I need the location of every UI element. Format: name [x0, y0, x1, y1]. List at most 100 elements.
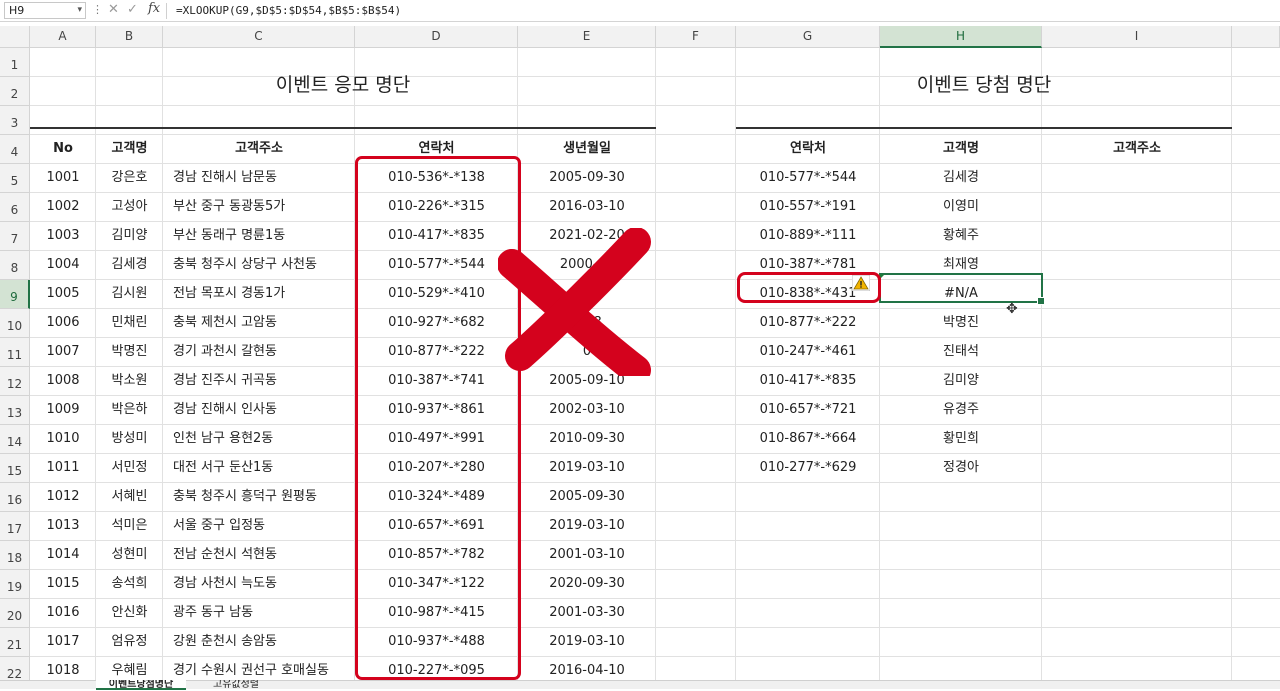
cancel-icon[interactable]: ✕	[108, 2, 119, 17]
more-icon[interactable]: ⋮	[92, 3, 103, 16]
table-cell[interactable]: 010-557*-*191	[736, 193, 880, 222]
address-cell[interactable]: 부산 동래구 명륜1동	[163, 222, 355, 251]
table-cell[interactable]	[1042, 251, 1232, 280]
table-cell[interactable]	[1042, 338, 1232, 367]
table-cell[interactable]: 진태석	[880, 338, 1042, 367]
table-cell[interactable]: 강은호	[96, 164, 163, 193]
left-table-header[interactable]: 고객명	[96, 135, 163, 163]
table-cell[interactable]: 1013	[30, 512, 96, 541]
table-cell[interactable]: 1007	[30, 338, 96, 367]
table-cell[interactable]: 1001	[30, 164, 96, 193]
row-header-4[interactable]: 4	[0, 135, 30, 164]
table-cell[interactable]: 2001-03-10	[518, 541, 656, 570]
left-table-header[interactable]: 고객주소	[163, 135, 355, 163]
address-cell[interactable]: 경남 사천시 늑도동	[163, 570, 355, 599]
table-cell[interactable]: 2016-03-10	[518, 193, 656, 222]
fill-handle[interactable]	[1037, 297, 1045, 305]
address-cell[interactable]: 경남 진해시 인사동	[163, 396, 355, 425]
table-cell[interactable]: 2019-03-10	[518, 628, 656, 657]
table-cell[interactable]: 안신화	[96, 599, 163, 628]
column-header-h[interactable]: H	[880, 26, 1042, 48]
table-cell[interactable]: 황민희	[880, 425, 1042, 454]
column-header-e[interactable]: E	[518, 26, 656, 48]
table-cell[interactable]: 010-247*-*461	[736, 338, 880, 367]
table-cell[interactable]: 1008	[30, 367, 96, 396]
table-cell[interactable]: 010-877*-*222	[736, 309, 880, 338]
left-table-header[interactable]: No	[30, 135, 96, 163]
table-cell[interactable]: 김세경	[96, 251, 163, 280]
row-header-21[interactable]: 21	[0, 628, 30, 657]
table-cell[interactable]	[1042, 425, 1232, 454]
selected-cell-h9[interactable]	[879, 273, 1045, 305]
table-cell[interactable]: 010-417*-*835	[736, 367, 880, 396]
address-cell[interactable]: 충북 청주시 흥덕구 원평동	[163, 483, 355, 512]
table-cell[interactable]: 2020-09-30	[518, 570, 656, 599]
address-cell[interactable]: 대전 서구 둔산1동	[163, 454, 355, 483]
table-cell[interactable]: 1015	[30, 570, 96, 599]
table-cell[interactable]: 1012	[30, 483, 96, 512]
table-cell[interactable]: 010-277*-*629	[736, 454, 880, 483]
table-cell[interactable]: 박은하	[96, 396, 163, 425]
table-cell[interactable]: 방성미	[96, 425, 163, 454]
address-cell[interactable]: 부산 중구 동광동5가	[163, 193, 355, 222]
right-table-header[interactable]: 연락처	[736, 135, 880, 163]
row-header-15[interactable]: 15	[0, 454, 30, 483]
table-cell[interactable]: 1004	[30, 251, 96, 280]
table-cell[interactable]: 김세경	[880, 164, 1042, 193]
row-header-20[interactable]: 20	[0, 599, 30, 628]
table-cell[interactable]: 박명진	[96, 338, 163, 367]
address-cell[interactable]: 충북 청주시 상당구 사천동	[163, 251, 355, 280]
chevron-down-icon[interactable]: ▾	[77, 3, 82, 18]
table-cell[interactable]: 1005	[30, 280, 96, 309]
row-header-17[interactable]: 17	[0, 512, 30, 541]
table-cell[interactable]: 이영미	[880, 193, 1042, 222]
address-cell[interactable]: 인천 남구 용현2동	[163, 425, 355, 454]
address-cell[interactable]: 광주 동구 남동	[163, 599, 355, 628]
table-cell[interactable]: 서민정	[96, 454, 163, 483]
row-header-6[interactable]: 6	[0, 193, 30, 222]
table-cell[interactable]: 김미양	[96, 222, 163, 251]
table-cell[interactable]: 1016	[30, 599, 96, 628]
table-cell[interactable]: 고성아	[96, 193, 163, 222]
row-header-1[interactable]: 1	[0, 48, 30, 77]
enter-icon[interactable]: ✓	[127, 2, 138, 17]
row-header-9[interactable]: 9	[0, 280, 30, 309]
sheet-tab[interactable]: 고유값정렬	[196, 680, 276, 688]
address-cell[interactable]: 전남 목포시 경동1가	[163, 280, 355, 309]
table-cell[interactable]	[1042, 193, 1232, 222]
name-box[interactable]: H9 ▾	[4, 2, 86, 19]
right-table-header[interactable]: 고객주소	[1042, 135, 1232, 163]
table-cell[interactable]: 엄유정	[96, 628, 163, 657]
insert-function-icon[interactable]: fx	[148, 1, 160, 16]
table-cell[interactable]: 정경아	[880, 454, 1042, 483]
table-cell[interactable]: 2010-09-30	[518, 425, 656, 454]
address-cell[interactable]: 충북 제천시 고암동	[163, 309, 355, 338]
address-cell[interactable]: 경기 과천시 갈현동	[163, 338, 355, 367]
table-cell[interactable]: 1002	[30, 193, 96, 222]
row-header-5[interactable]: 5	[0, 164, 30, 193]
row-header-2[interactable]: 2	[0, 77, 30, 106]
table-cell[interactable]: 2019-03-10	[518, 512, 656, 541]
table-cell[interactable]: 석미은	[96, 512, 163, 541]
table-cell[interactable]: 민채린	[96, 309, 163, 338]
table-cell[interactable]: 010-867*-*664	[736, 425, 880, 454]
row-header-10[interactable]: 10	[0, 309, 30, 338]
table-cell[interactable]: 서혜빈	[96, 483, 163, 512]
table-cell[interactable]: 김시원	[96, 280, 163, 309]
table-cell[interactable]: 1003	[30, 222, 96, 251]
left-table-header[interactable]: 생년월일	[518, 135, 656, 163]
row-header-11[interactable]: 11	[0, 338, 30, 367]
table-cell[interactable]: 황혜주	[880, 222, 1042, 251]
column-header-i[interactable]: I	[1042, 26, 1232, 48]
table-cell[interactable]: 2005-09-30	[518, 164, 656, 193]
table-cell[interactable]: 1009	[30, 396, 96, 425]
row-header-16[interactable]: 16	[0, 483, 30, 512]
table-cell[interactable]: 2002-03-10	[518, 396, 656, 425]
table-cell[interactable]: 송석희	[96, 570, 163, 599]
table-cell[interactable]	[1042, 309, 1232, 338]
column-header-c[interactable]: C	[163, 26, 355, 48]
column-header-d[interactable]: D	[355, 26, 518, 48]
sheet-tab-active[interactable]: 이벤트당첨명단	[96, 680, 186, 690]
table-cell[interactable]	[1042, 164, 1232, 193]
column-header-g[interactable]: G	[736, 26, 880, 48]
